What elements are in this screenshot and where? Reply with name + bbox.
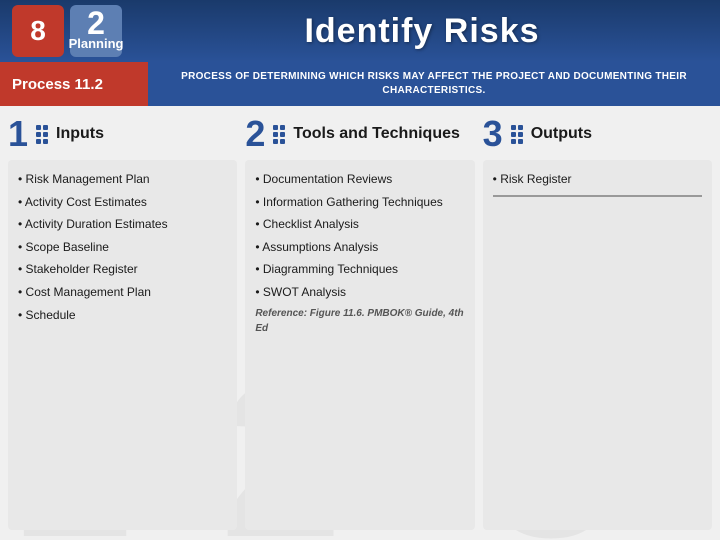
planning-number: 2 (70, 7, 122, 39)
list-item: SWOT Analysis (255, 283, 464, 302)
list-item: Scope Baseline (18, 238, 227, 257)
col-number-2: 2 (245, 116, 265, 152)
col-title-outputs: Outputs (531, 124, 592, 143)
list-item: Documentation Reviews (255, 170, 464, 189)
list-item: Cost Management Plan (18, 283, 227, 302)
col-number-1: 1 (8, 116, 28, 152)
col-body-inputs: Risk Management Plan Activity Cost Estim… (8, 160, 237, 530)
risk-number: 8 (30, 15, 46, 47)
col-body-tools: Documentation Reviews Information Gather… (245, 160, 474, 530)
list-item: Schedule (18, 306, 227, 325)
col-header-inputs: 1 Inputs (8, 116, 237, 152)
list-item: Assumptions Analysis (255, 238, 464, 257)
list-item: Activity Duration Estimates (18, 215, 227, 234)
subheader: Process 11.2 PROCESS OF DETERMINING WHIC… (0, 62, 720, 106)
list-item: Activity Cost Estimates (18, 193, 227, 212)
divider (493, 195, 702, 197)
column-outputs: 3 Outputs Risk Register (483, 116, 712, 530)
risk-badge: 8 (12, 5, 64, 57)
outputs-list: Risk Register (493, 170, 702, 189)
col-number-3: 3 (483, 116, 503, 152)
process-description: PROCESS OF DETERMINING WHICH RISKS MAY A… (148, 66, 720, 102)
list-item: Risk Management Plan (18, 170, 227, 189)
page-title: Identify Risks (136, 12, 708, 51)
col-title-tools: Tools and Techniques (293, 124, 460, 143)
reference-text: Reference: Figure 11.6. PMBOK® Guide, 4t… (255, 308, 463, 335)
outputs-extra (493, 203, 702, 220)
list-item: Information Gathering Techniques (255, 193, 464, 212)
tools-list: Documentation Reviews Information Gather… (255, 170, 464, 302)
header: 8 2 Planning Identify Risks (0, 0, 720, 62)
process-label: Process 11.2 (0, 62, 148, 106)
col-header-outputs: 3 Outputs (483, 116, 712, 152)
column-inputs: 1 Inputs Risk Management Plan Activity C… (8, 116, 237, 530)
col-body-outputs: Risk Register (483, 160, 712, 530)
col-header-tools: 2 Tools and Techniques (245, 116, 474, 152)
col-dots-3 (511, 125, 523, 144)
reference-note: Reference: Figure 11.6. PMBOK® Guide, 4t… (255, 306, 464, 337)
col-dots-2 (273, 125, 285, 144)
col-dots-1 (36, 125, 48, 144)
inputs-list: Risk Management Plan Activity Cost Estim… (18, 170, 227, 324)
list-item: Risk Register (493, 170, 702, 189)
planning-badge: 2 Planning (70, 5, 122, 57)
planning-label: Planning (69, 36, 124, 51)
col-title-inputs: Inputs (56, 124, 104, 143)
list-item: Diagramming Techniques (255, 260, 464, 279)
main-content: 1 2 3 1 Inputs Risk Management Plan Acti… (0, 106, 720, 540)
list-item: Checklist Analysis (255, 215, 464, 234)
list-item: Stakeholder Register (18, 260, 227, 279)
column-tools: 2 Tools and Techniques Documentation Rev… (245, 116, 474, 530)
